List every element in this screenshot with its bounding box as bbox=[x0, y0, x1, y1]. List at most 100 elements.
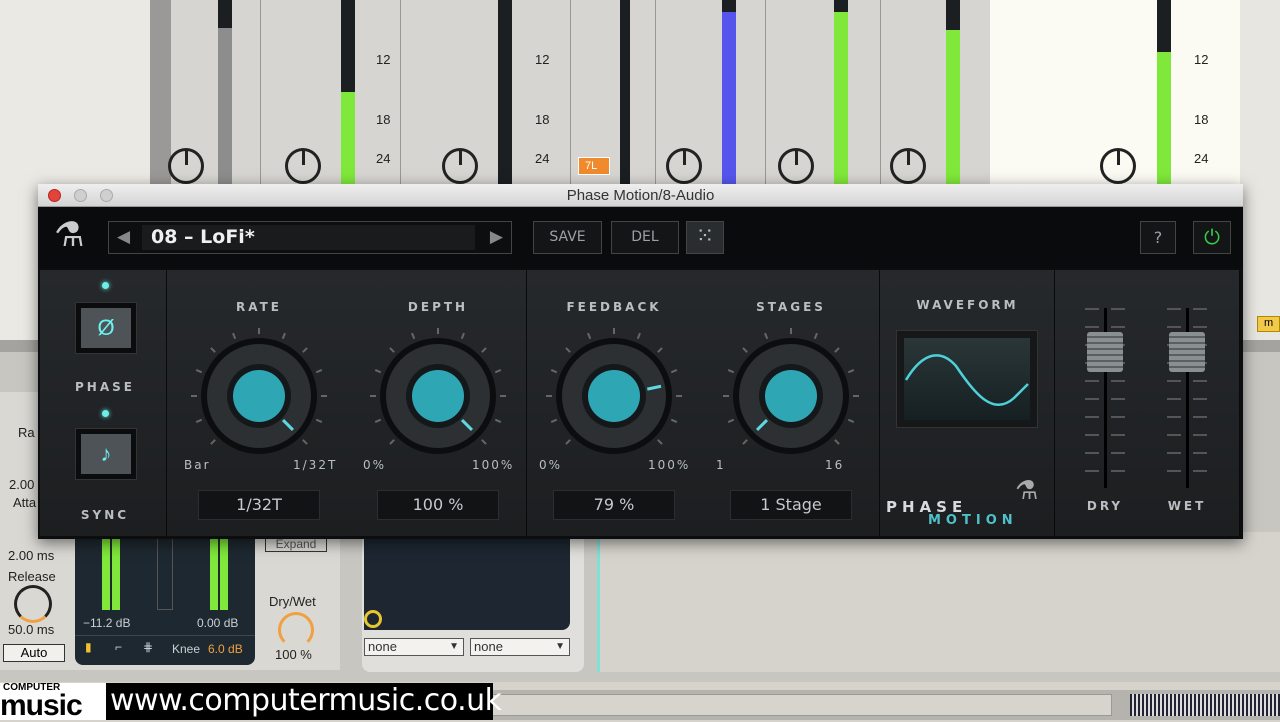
help-button[interactable]: ? bbox=[1140, 221, 1176, 254]
knob-tick bbox=[232, 332, 237, 340]
pan-knob[interactable] bbox=[442, 148, 478, 184]
clip-badge[interactable]: 7L bbox=[578, 157, 610, 175]
dropdown-x[interactable]: none ▼ bbox=[364, 638, 464, 656]
knob-tick bbox=[481, 439, 487, 445]
output-db: 0.00 dB bbox=[197, 616, 239, 630]
xy-handle[interactable] bbox=[364, 610, 382, 628]
knob-min-label: 0% bbox=[363, 458, 387, 472]
save-button[interactable]: SAVE bbox=[533, 221, 602, 254]
meter bbox=[218, 0, 232, 185]
wet-fader[interactable] bbox=[1162, 308, 1212, 488]
scale-label: 12 bbox=[535, 52, 550, 67]
fader-handle[interactable] bbox=[1087, 332, 1123, 372]
knob-label: RATE bbox=[236, 300, 282, 314]
depth-knob[interactable] bbox=[368, 326, 508, 466]
drywet-label: Dry/Wet bbox=[269, 594, 316, 609]
sync-led bbox=[102, 410, 109, 417]
knob-tick bbox=[847, 418, 855, 423]
knob-tick bbox=[315, 369, 323, 374]
zoom-button[interactable] bbox=[100, 189, 113, 202]
stages-knob[interactable] bbox=[721, 326, 861, 466]
rate-knob[interactable] bbox=[189, 326, 329, 466]
waveform-panel: WAVEFORM PHASE MOTION ⚗ bbox=[880, 270, 1055, 536]
knob-tick bbox=[550, 369, 558, 374]
plugin-window: Phase Motion/8-Audio ⚗ ◀ 08 – LoFi* ▶ SA… bbox=[38, 184, 1243, 539]
waveform-display[interactable] bbox=[896, 330, 1038, 428]
next-preset-icon[interactable]: ▶ bbox=[490, 227, 503, 247]
curve-icon[interactable]: ⌐ bbox=[115, 640, 122, 654]
meter bbox=[722, 0, 736, 185]
dry-fader[interactable] bbox=[1080, 308, 1130, 488]
toggle-panel: Ø PHASE ♪ SYNC bbox=[40, 270, 167, 536]
sync-button[interactable]: ♪ bbox=[75, 428, 137, 480]
knob-min-label: 1 bbox=[716, 458, 726, 472]
meter bbox=[498, 0, 512, 185]
minimize-button[interactable] bbox=[74, 189, 87, 202]
knob-value-display[interactable]: 1/32T bbox=[198, 490, 320, 520]
knee-label: Knee bbox=[172, 642, 201, 656]
title-bar[interactable]: Phase Motion/8-Audio bbox=[38, 184, 1243, 207]
knob-tick bbox=[302, 439, 308, 445]
knee-value[interactable]: 6.0 dB bbox=[208, 642, 243, 656]
bar-icon[interactable]: ▮ bbox=[85, 640, 92, 654]
knob-tick bbox=[389, 439, 395, 445]
knob-value-display[interactable]: 79 % bbox=[553, 490, 675, 520]
pan-knob[interactable] bbox=[285, 148, 321, 184]
dry-label: DRY bbox=[1086, 499, 1124, 513]
close-button[interactable] bbox=[48, 189, 61, 202]
xy-pad[interactable] bbox=[364, 538, 570, 630]
phase-button[interactable]: Ø bbox=[75, 302, 137, 354]
compressor-display: −11.2 dB 0.00 dB ▮ ⌐ ⋕ Knee 6.0 dB bbox=[75, 530, 255, 665]
pan-knob[interactable] bbox=[168, 148, 204, 184]
pan-knob[interactable] bbox=[666, 148, 702, 184]
feedback-knob[interactable] bbox=[544, 326, 684, 466]
release-knob[interactable] bbox=[14, 585, 52, 623]
scale-label: 24 bbox=[535, 151, 550, 166]
randomize-dice-icon[interactable]: ⁙ bbox=[686, 221, 724, 254]
drywet-knob[interactable] bbox=[278, 612, 314, 648]
scale-label: 18 bbox=[535, 112, 550, 127]
scale-label: 24 bbox=[1194, 151, 1209, 166]
knob-tick bbox=[657, 439, 663, 445]
knob-tick bbox=[727, 418, 735, 423]
scale-label: 24 bbox=[376, 151, 391, 166]
knob-value-display[interactable]: 100 % bbox=[377, 490, 499, 520]
prev-preset-icon[interactable]: ◀ bbox=[117, 227, 130, 247]
website-url: www.computermusic.co.uk bbox=[106, 683, 502, 720]
knob-tick bbox=[374, 369, 382, 374]
flask-icon: ⚗ bbox=[54, 216, 85, 254]
meter bbox=[620, 0, 630, 185]
knob-tick bbox=[302, 347, 308, 353]
delete-button[interactable]: DEL bbox=[611, 221, 679, 254]
knob-min-label: Bar bbox=[184, 458, 211, 472]
knob-tick bbox=[657, 347, 663, 353]
scale-label: 12 bbox=[1194, 52, 1209, 67]
phase-led bbox=[102, 282, 109, 289]
knob-tick bbox=[565, 347, 571, 353]
knob-tick bbox=[847, 369, 855, 374]
waveform-label: WAVEFORM bbox=[916, 298, 1019, 312]
power-button[interactable]: ⏻ bbox=[1193, 221, 1231, 254]
knob-max-label: 1/32T bbox=[293, 458, 338, 472]
knob-max-label: 100% bbox=[472, 458, 515, 472]
knob-tick bbox=[210, 347, 216, 353]
dropdown-y[interactable]: none ▼ bbox=[470, 638, 570, 656]
logo-flask-icon: ⚗ bbox=[1015, 475, 1039, 505]
pan-knob[interactable] bbox=[778, 148, 814, 184]
meter bbox=[341, 0, 355, 185]
phase-motion-logo: PHASE MOTION bbox=[886, 498, 1018, 528]
knob-tick bbox=[834, 347, 840, 353]
window-title: Phase Motion/8-Audio bbox=[566, 187, 715, 204]
pan-knob[interactable] bbox=[890, 148, 926, 184]
sine-wave-icon bbox=[904, 338, 1030, 420]
auto-button[interactable]: Auto bbox=[3, 644, 65, 662]
knob-value-display[interactable]: 1 Stage bbox=[730, 490, 852, 520]
phase-label: PHASE bbox=[75, 380, 135, 394]
preset-selector[interactable]: ◀ 08 – LoFi* ▶ bbox=[108, 221, 512, 254]
knob-tick bbox=[550, 418, 558, 423]
yellow-tag[interactable]: m bbox=[1257, 316, 1280, 332]
wave-icon[interactable]: ⋕ bbox=[143, 640, 153, 654]
fader-handle[interactable] bbox=[1169, 332, 1205, 372]
knob-label: FEEDBACK bbox=[566, 300, 662, 314]
pan-knob[interactable] bbox=[1100, 148, 1136, 184]
